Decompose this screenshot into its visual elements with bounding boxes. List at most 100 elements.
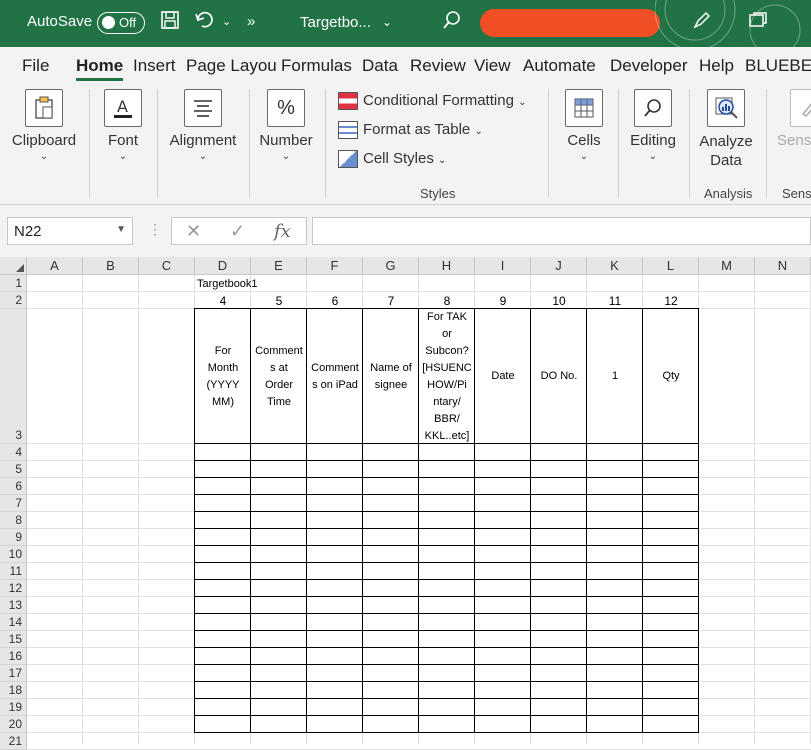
table-header-cell[interactable]: For Month (YYYY MM) bbox=[195, 309, 251, 444]
alignment-button[interactable]: Alignment ⌄ bbox=[163, 89, 243, 162]
cancel-icon[interactable]: ✕ bbox=[186, 221, 201, 242]
row2-cell[interactable]: 6 bbox=[307, 292, 363, 309]
tab-insert[interactable]: Insert bbox=[133, 56, 176, 76]
filename-dropdown-icon[interactable]: ⌄ bbox=[382, 10, 392, 34]
table-header-cell[interactable]: 1 bbox=[587, 309, 643, 444]
select-all-corner[interactable] bbox=[0, 257, 27, 275]
tab-data[interactable]: Data bbox=[362, 56, 398, 76]
row2-cell[interactable]: 10 bbox=[531, 292, 587, 309]
more-commands-icon[interactable]: » bbox=[247, 10, 255, 34]
format-as-table-button[interactable]: Format as Table ⌄ bbox=[338, 121, 483, 140]
name-box[interactable]: N22 ▼ bbox=[7, 217, 133, 245]
chevron-down-icon[interactable]: ▼ bbox=[116, 224, 126, 235]
column-header-B[interactable]: B bbox=[83, 257, 139, 275]
column-header-D[interactable]: D bbox=[195, 257, 251, 275]
autosave-toggle[interactable]: Off bbox=[97, 12, 145, 34]
table-header-cell[interactable]: Date bbox=[475, 309, 531, 444]
editing-button[interactable]: Editing ⌄ bbox=[624, 89, 682, 162]
cell-d1[interactable]: Targetbook1 bbox=[197, 275, 258, 292]
column-header-C[interactable]: C bbox=[139, 257, 195, 275]
row-header-4[interactable]: 4 bbox=[0, 444, 27, 461]
row-header-15[interactable]: 15 bbox=[0, 631, 27, 648]
row2-cell[interactable]: 7 bbox=[363, 292, 419, 309]
row-header-9[interactable]: 9 bbox=[0, 529, 27, 546]
tab-home[interactable]: Home bbox=[76, 56, 123, 76]
table-border-h bbox=[194, 579, 699, 580]
font-button[interactable]: A Font ⌄ bbox=[96, 89, 150, 162]
tab-file[interactable]: File bbox=[22, 56, 49, 76]
column-header-N[interactable]: N bbox=[755, 257, 811, 275]
tab-bluebeam[interactable]: BLUEBEA bbox=[745, 56, 811, 76]
file-name[interactable]: Targetbo... bbox=[300, 14, 371, 31]
table-header-cell[interactable]: DO No. bbox=[531, 309, 587, 444]
row-header-18[interactable]: 18 bbox=[0, 682, 27, 699]
clipboard-button[interactable]: Clipboard ⌄ bbox=[8, 89, 80, 162]
row-header-17[interactable]: 17 bbox=[0, 665, 27, 682]
column-header-E[interactable]: E bbox=[251, 257, 307, 275]
column-header-H[interactable]: H bbox=[419, 257, 475, 275]
row-header-5[interactable]: 5 bbox=[0, 461, 27, 478]
tab-view[interactable]: View bbox=[474, 56, 511, 76]
drag-handle-icon[interactable]: ⋮ bbox=[148, 221, 162, 238]
row-header-6[interactable]: 6 bbox=[0, 478, 27, 495]
column-header-K[interactable]: K bbox=[587, 257, 643, 275]
tab-help[interactable]: Help bbox=[699, 56, 734, 76]
row-header-21[interactable]: 21 bbox=[0, 733, 27, 750]
row2-cell[interactable]: 4 bbox=[195, 292, 251, 309]
column-header-L[interactable]: L bbox=[643, 257, 699, 275]
tab-developer[interactable]: Developer bbox=[610, 56, 688, 76]
table-header-cell[interactable]: For TAK or Subcon? [HSUENC HOW/Pi ntary/BBR/K… bbox=[419, 309, 475, 444]
row2-cell[interactable]: 9 bbox=[475, 292, 531, 309]
title-decoration bbox=[655, 0, 801, 47]
number-button[interactable]: % Number ⌄ bbox=[255, 89, 317, 162]
row2-cell[interactable]: 12 bbox=[643, 292, 699, 309]
row-header-19[interactable]: 19 bbox=[0, 699, 27, 716]
tab-review[interactable]: Review bbox=[410, 56, 466, 76]
row-header-2[interactable]: 2 bbox=[0, 292, 27, 309]
table-header-cell[interactable]: Comment s at Order Time bbox=[251, 309, 307, 444]
search-icon[interactable] bbox=[442, 10, 462, 36]
row2-cell[interactable]: 5 bbox=[251, 292, 307, 309]
format-as-table-label: Format as Table bbox=[363, 121, 471, 138]
tab-formulas[interactable]: Formulas bbox=[281, 56, 352, 76]
row-header-1[interactable]: 1 bbox=[0, 275, 27, 292]
row2-cell[interactable]: 8 bbox=[419, 292, 475, 309]
enter-icon[interactable]: ✓ bbox=[230, 221, 245, 242]
row-header-7[interactable]: 7 bbox=[0, 495, 27, 512]
cell-styles-label: Cell Styles bbox=[363, 150, 434, 167]
table-header-cell[interactable]: Name of signee bbox=[363, 309, 419, 444]
sensitivity-button[interactable]: Sensi bbox=[772, 89, 811, 149]
undo-icon[interactable] bbox=[194, 10, 216, 36]
pen-icon[interactable] bbox=[692, 10, 712, 36]
row-header-20[interactable]: 20 bbox=[0, 716, 27, 733]
cells-button[interactable]: Cells ⌄ bbox=[556, 89, 612, 162]
row-header-16[interactable]: 16 bbox=[0, 648, 27, 665]
conditional-formatting-button[interactable]: Conditional Formatting ⌄ bbox=[338, 92, 526, 111]
restore-window-icon[interactable] bbox=[749, 10, 767, 34]
header-line: BBR/ bbox=[434, 412, 460, 425]
undo-dropdown-icon[interactable]: ⌄ bbox=[222, 10, 231, 34]
column-header-M[interactable]: M bbox=[699, 257, 755, 275]
column-header-I[interactable]: I bbox=[475, 257, 531, 275]
table-header-cell[interactable]: Comment s on iPad bbox=[307, 309, 363, 444]
row-header-11[interactable]: 11 bbox=[0, 563, 27, 580]
row2-cell[interactable]: 11 bbox=[587, 292, 643, 309]
row-header-12[interactable]: 12 bbox=[0, 580, 27, 597]
column-header-G[interactable]: G bbox=[363, 257, 419, 275]
tab-page-layout[interactable]: Page Layou bbox=[186, 56, 277, 76]
cell-styles-button[interactable]: Cell Styles ⌄ bbox=[338, 150, 446, 169]
column-header-A[interactable]: A bbox=[27, 257, 83, 275]
row-header-13[interactable]: 13 bbox=[0, 597, 27, 614]
analyze-data-button[interactable]: Analyze Data bbox=[694, 89, 758, 170]
row-header-8[interactable]: 8 bbox=[0, 512, 27, 529]
row-header-14[interactable]: 14 bbox=[0, 614, 27, 631]
column-header-F[interactable]: F bbox=[307, 257, 363, 275]
formula-input[interactable] bbox=[312, 217, 811, 245]
tab-automate[interactable]: Automate bbox=[523, 56, 596, 76]
table-header-cell[interactable]: Qty bbox=[643, 309, 699, 444]
save-icon[interactable] bbox=[160, 10, 180, 36]
row-header-3[interactable]: 3 bbox=[0, 309, 27, 444]
insert-function-icon[interactable]: fx bbox=[274, 221, 291, 242]
column-header-J[interactable]: J bbox=[531, 257, 587, 275]
row-header-10[interactable]: 10 bbox=[0, 546, 27, 563]
